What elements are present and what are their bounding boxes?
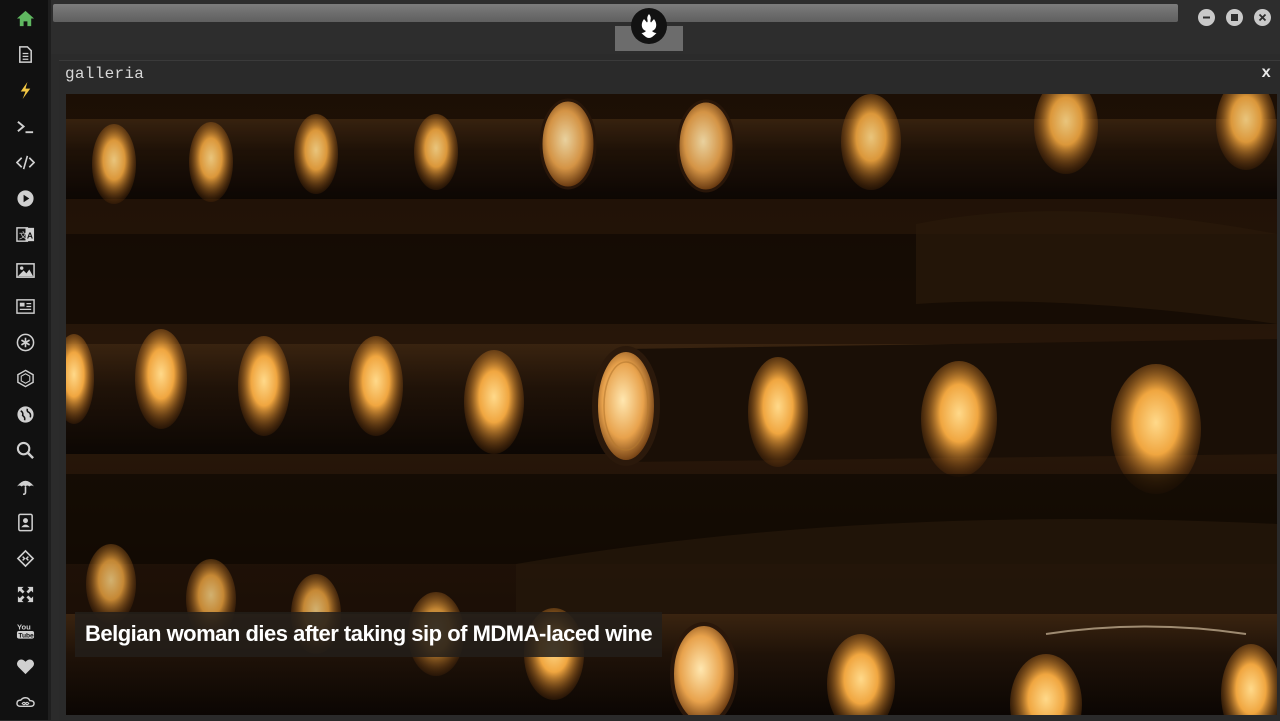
gallery-photo[interactable]: Belgian woman dies after taking sip of M… — [66, 94, 1277, 715]
diamond-code-icon[interactable] — [12, 546, 38, 570]
infinity-cloud-icon[interactable] — [12, 690, 38, 714]
svg-text:You: You — [16, 622, 30, 631]
window-title: galleria — [65, 65, 145, 83]
photo-caption: Belgian woman dies after taking sip of M… — [75, 612, 663, 657]
umbrella-icon[interactable] — [12, 474, 38, 498]
newspaper-icon[interactable] — [12, 294, 38, 318]
play-icon[interactable] — [12, 186, 38, 210]
document-icon[interactable] — [12, 42, 38, 66]
close-icon[interactable] — [1254, 9, 1271, 26]
heart-icon[interactable] — [12, 654, 38, 678]
terminal-icon[interactable] — [12, 114, 38, 138]
svg-text:A: A — [26, 230, 32, 240]
top-bar — [51, 0, 1280, 54]
translate-icon[interactable]: 文A — [12, 222, 38, 246]
code-icon[interactable] — [12, 150, 38, 174]
app-sidebar: 文A You Tube — [0, 0, 51, 720]
search-icon[interactable] — [12, 438, 38, 462]
home-icon[interactable] — [12, 6, 38, 30]
address-bar[interactable] — [53, 4, 1178, 22]
svg-text:Tube: Tube — [18, 632, 34, 639]
gallery-window: galleria x Belgian woman dies after taki… — [59, 60, 1280, 721]
sidebar-divider — [48, 0, 51, 720]
globe-icon[interactable] — [12, 402, 38, 426]
hexagon-icon[interactable] — [12, 366, 38, 390]
window-close-button[interactable]: x — [1261, 64, 1271, 82]
lightning-icon[interactable] — [12, 78, 38, 102]
youtube-icon[interactable]: You Tube — [12, 618, 38, 642]
image-icon[interactable] — [12, 258, 38, 282]
contacts-icon[interactable] — [12, 510, 38, 534]
maximize-icon[interactable] — [1226, 9, 1243, 26]
asterisk-icon[interactable] — [12, 330, 38, 354]
minimize-icon[interactable] — [1198, 9, 1215, 26]
rebel-alliance-icon[interactable] — [631, 8, 667, 44]
expand-icon[interactable] — [12, 582, 38, 606]
